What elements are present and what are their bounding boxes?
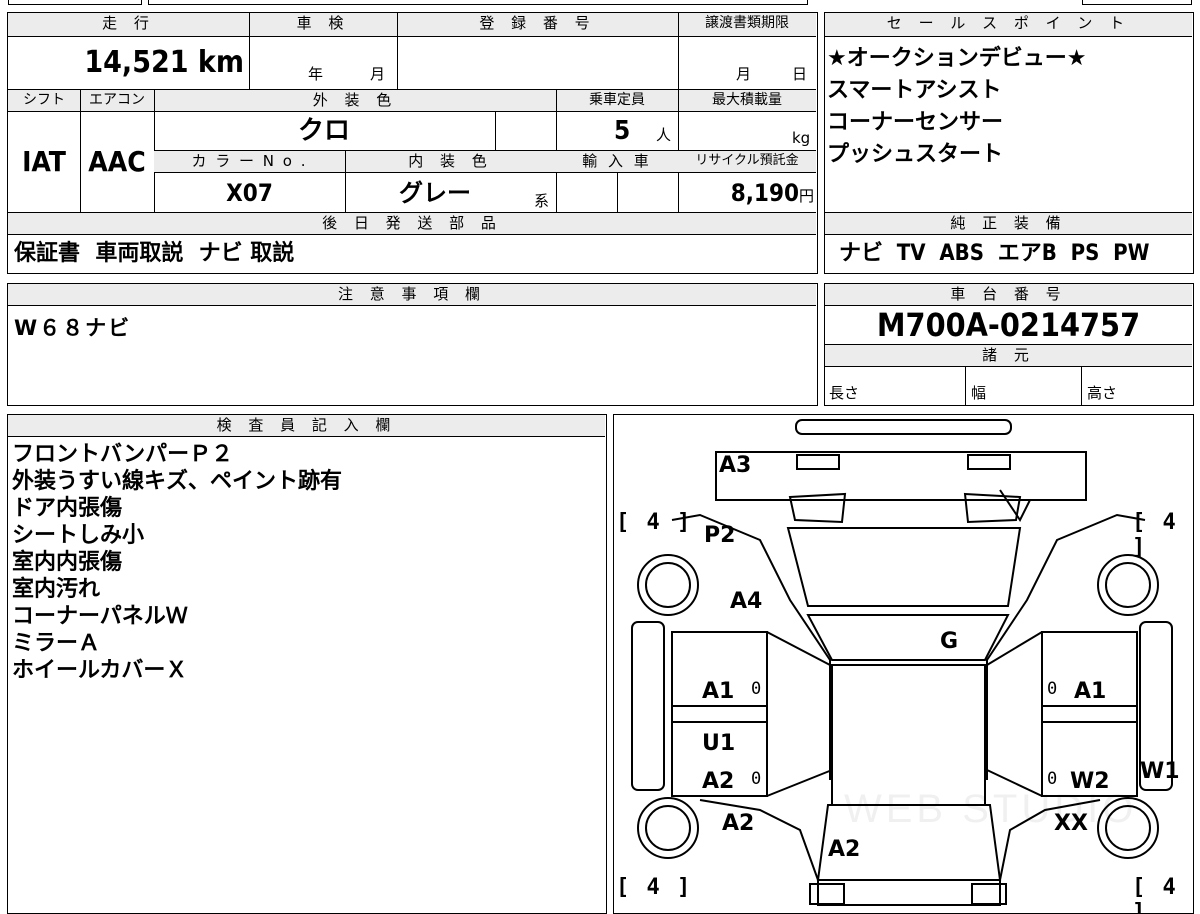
mileage-unit: km	[197, 45, 244, 80]
label-rear-gate: A2	[828, 837, 861, 862]
aircon-header: エアコン	[80, 90, 154, 112]
max-load-header: 最大積載量	[678, 90, 816, 112]
exterior-color-value: クロ	[297, 116, 350, 146]
top-strip-right	[1082, 0, 1192, 5]
inspector-note: フロントバンパーＰ２	[12, 442, 234, 467]
interior-color-header: 内 装 色	[345, 151, 556, 173]
inspector-note: ミラーＡ	[12, 631, 101, 656]
tire-rear-right: [ 4 ]	[1132, 875, 1178, 914]
sales-points-header: セ ー ル ス ポ イ ン ト	[825, 13, 1192, 37]
sales-point: プッシュスタート	[827, 142, 1004, 167]
label-fender-left: A4	[730, 589, 763, 614]
notes-value: W６８ナビ	[14, 316, 132, 340]
inspector-note: シートしみ小	[12, 523, 145, 548]
mileage-header: 走 行	[8, 13, 249, 37]
label-windshield: G	[940, 629, 959, 654]
genuine-equipment-header: 純 正 装 備	[825, 213, 1192, 235]
label-rear-quarter-right: W1	[1140, 759, 1180, 784]
chassis-panel: 車 台 番 号 M700A-0214757 諸 元 長さ 幅 高さ	[824, 283, 1194, 406]
inspector-note: コーナーパネルＷ	[12, 604, 188, 629]
notes-header: 注 意 事 項 欄	[8, 284, 816, 306]
inspector-notes-list: フロントバンパーＰ２ 外装うすい線キズ、ペイント跡有 ドア内張傷 シートしみ小 …	[12, 441, 342, 684]
notes-panel: 注 意 事 項 欄 W６８ナビ	[7, 283, 818, 406]
inspection-header: 車 検	[249, 13, 397, 37]
interior-color-suffix: 系	[534, 192, 550, 210]
top-strip-left	[8, 0, 142, 5]
label-rear-fender-left: A2	[722, 811, 755, 836]
exterior-color-header: 外 装 色	[154, 90, 556, 112]
inspector-note: 室内内張傷	[12, 550, 123, 575]
spec-length: 長さ	[829, 384, 860, 402]
shift-value: IAT	[22, 145, 66, 178]
top-strip-mid	[148, 0, 808, 5]
chassis-no-value: M700A-0214757	[876, 306, 1141, 344]
label-front-door-left: A1	[702, 679, 735, 704]
tire-front-right: [ 4 ]	[1132, 510, 1178, 560]
sales-point: スマートアシスト	[827, 78, 1002, 103]
damage-diagram-panel: A3 P2 A4 G A1 0 0 A1 U1 A2 0 0 W2 W1 A2 …	[613, 414, 1194, 914]
sales-points-panel: セ ー ル ス ポ イ ン ト ★オークションデビュー★ スマートアシスト コー…	[824, 12, 1194, 274]
label-rear-door-left: A2	[702, 769, 735, 794]
capacity-value: 5 人	[556, 113, 676, 149]
inspector-note: 室内汚れ	[12, 577, 101, 602]
label-rocker-left: U1	[702, 731, 736, 756]
spec-width: 幅	[971, 384, 987, 402]
label-front-door-right: A1	[1074, 679, 1107, 704]
mark-zero: 0	[751, 769, 762, 789]
inspection-month: 月	[370, 65, 386, 83]
deadline-day: 日	[792, 65, 808, 83]
mileage-value: 14,521 km	[84, 45, 244, 80]
capacity-unit: 人	[656, 126, 672, 144]
max-load-unit: kg	[792, 129, 811, 147]
later-parts-header: 後 日 発 送 部 品	[8, 213, 816, 235]
shift-header: シフト	[8, 90, 80, 112]
label-front-bumper: A3	[719, 453, 752, 478]
genuine-equipment-value: ナビ TV ABS エアB PS PW	[839, 241, 1150, 266]
deadline-month: 月	[736, 65, 752, 83]
inspector-header: 検 査 員 記 入 欄	[8, 415, 605, 437]
mark-zero: 0	[1047, 769, 1058, 789]
label-bonnet-left: P2	[704, 523, 736, 548]
color-no-header: カ ラ ー N o .	[154, 151, 345, 173]
sales-point: ★オークションデビュー★	[827, 46, 1087, 71]
import-header: 輸 入 車	[556, 151, 678, 173]
inspector-note: ホイールカバーＸ	[12, 658, 188, 683]
chassis-no-header: 車 台 番 号	[825, 284, 1192, 306]
registration-header: 登 録 番 号	[397, 13, 678, 37]
interior-color-value: グレー	[399, 179, 471, 207]
aircon-value: AAC	[88, 145, 146, 178]
recycle-fee-header: リサイクル預託金	[678, 151, 816, 173]
inspector-note: 外装うすい線キズ、ペイント跡有	[12, 469, 343, 494]
color-no-value: X07	[226, 179, 273, 207]
recycle-fee-unit: 円	[798, 187, 814, 205]
sales-point: コーナーセンサー	[827, 110, 1004, 135]
car-outline-diagram	[631, 419, 1173, 906]
spec-height: 高さ	[1087, 384, 1118, 402]
watermark: WEB STUDIO	[844, 787, 1138, 831]
specs-header: 諸 元	[825, 345, 1192, 367]
inspector-note: ドア内張傷	[12, 496, 123, 521]
sales-points-list: ★オークションデビュー★ スマートアシスト コーナーセンサー プッシュスタート	[827, 43, 1086, 171]
inspector-panel: 検 査 員 記 入 欄 フロントバンパーＰ２ 外装うすい線キズ、ペイント跡有 ド…	[7, 414, 607, 914]
transfer-deadline-header: 譲渡書類期限	[678, 13, 816, 37]
later-parts-value: 保証書 車両取説 ナビ 取説	[14, 241, 295, 266]
recycle-fee-value: 8,190円	[730, 179, 814, 207]
inspection-year: 年	[308, 65, 324, 83]
mark-zero: 0	[751, 679, 762, 699]
vehicle-info-table: 走 行 車 検 登 録 番 号 譲渡書類期限 14,521 km 年 月 月 日…	[7, 12, 818, 274]
mark-zero: 0	[1047, 679, 1058, 699]
tire-rear-left: [ 4 ]	[616, 875, 693, 900]
capacity-header: 乗車定員	[556, 90, 678, 112]
tire-front-left: [ 4 ]	[616, 510, 693, 535]
